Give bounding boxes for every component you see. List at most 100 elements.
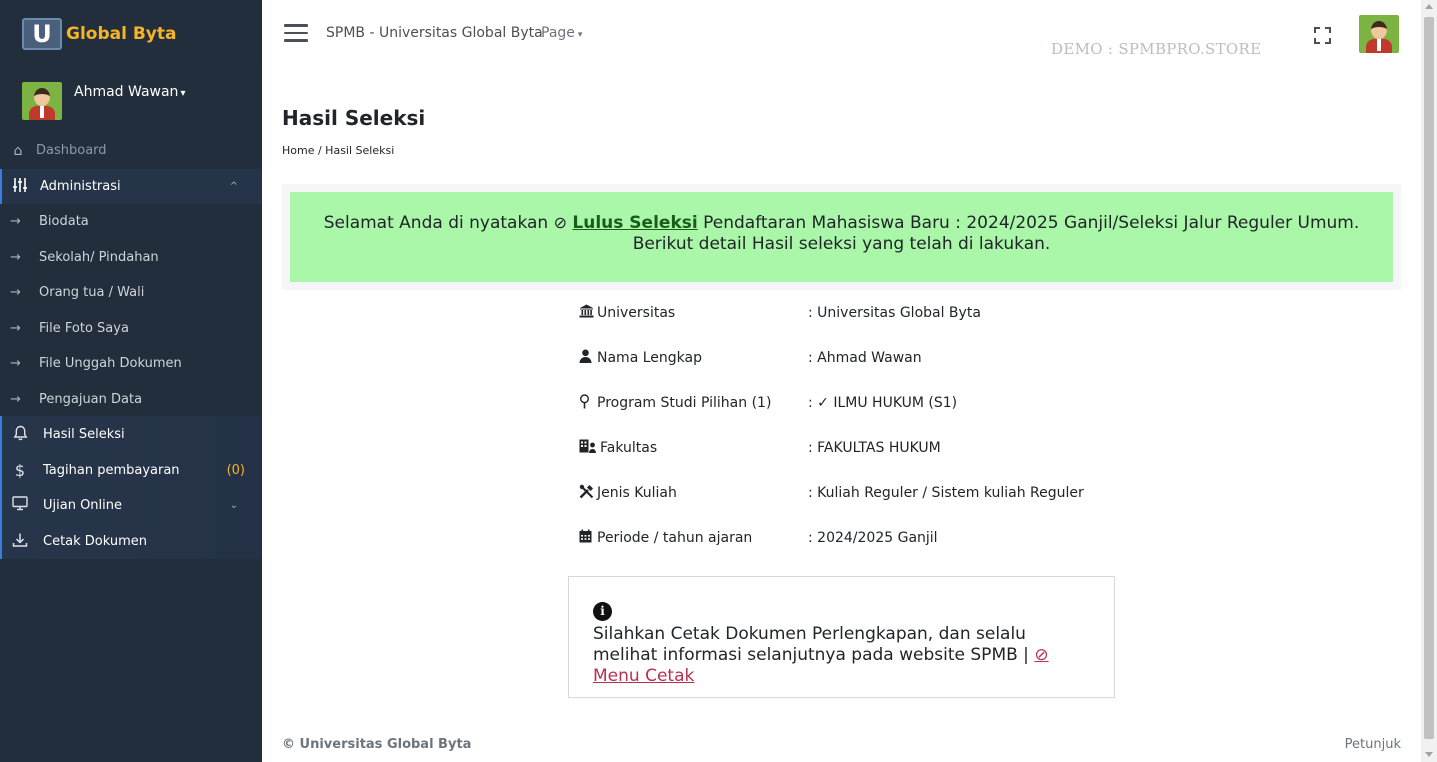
brand[interactable]: U Global Byta — [22, 18, 176, 50]
map-pin-icon — [579, 393, 595, 413]
brand-name: Global Byta — [66, 24, 177, 44]
detail-value: : Universitas Global Byta — [808, 305, 981, 321]
sidebar-item-pengajuan[interactable]: → Pengajuan Data — [0, 382, 262, 417]
check-circle-icon: ⊘ — [553, 213, 567, 232]
sidebar-item-file-unggah[interactable]: → File Unggah Dokumen — [0, 346, 262, 381]
scroll-up-icon[interactable] — [1425, 4, 1433, 9]
sidebar-item-label: Cetak Dokumen — [43, 534, 148, 549]
calendar-icon — [579, 529, 595, 547]
home-icon: ⌂ — [13, 142, 23, 159]
page-title: Hasil Seleksi — [282, 106, 426, 130]
user-icon — [579, 349, 595, 367]
topbar: SPMB - Universitas Global Byta Page ▾ DEM… — [262, 0, 1421, 66]
notice-message: Silahkan Cetak Dokumen Perlengkapan, dan… — [593, 624, 1029, 665]
detail-row-nama: Nama Lengkap — [579, 348, 702, 368]
arrow-right-icon: → — [10, 214, 21, 229]
sidebar-item-orang-tua[interactable]: → Orang tua / Wali — [0, 275, 262, 310]
arrow-right-icon: → — [10, 285, 21, 300]
sidebar-item-label: Dashboard — [36, 143, 107, 158]
sidebar-item-label: Pengajuan Data — [39, 392, 143, 407]
avatar — [1359, 15, 1399, 53]
brand-logo: U — [22, 18, 62, 50]
chevron-down-icon: ⌄ — [229, 500, 238, 511]
scrollbar[interactable] — [1421, 0, 1437, 762]
status-link[interactable]: Lulus Seleksi — [572, 213, 697, 233]
arrow-right-icon: → — [10, 356, 21, 371]
sidebar-item-label: Biodata — [39, 214, 89, 229]
sidebar-item-label: Tagihan pembayaran — [43, 463, 180, 478]
detail-label: Fakultas — [600, 440, 658, 456]
detail-label: Program Studi Pilihan (1) — [597, 395, 772, 411]
sidebar-item-label: Ujian Online — [43, 498, 123, 513]
sidebar-item-label: Sekolah/ Pindahan — [39, 250, 159, 265]
detail-label: Jenis Kuliah — [597, 485, 677, 501]
download-icon — [10, 532, 30, 552]
user-menu[interactable]: Ahmad Wawan ▾ — [22, 82, 185, 120]
sidebar-item-cetak-dokumen[interactable]: Cetak Dokumen — [0, 524, 262, 559]
sidebar-item-dashboard[interactable]: ⌂ Dashboard — [0, 133, 262, 168]
chevron-down-icon: ▾ — [577, 30, 583, 40]
chevron-up-icon: ^ — [229, 181, 238, 192]
page-dropdown-label: Page — [541, 25, 575, 41]
detail-label: Periode / tahun ajaran — [597, 530, 753, 546]
building-user-icon — [579, 439, 598, 457]
detail-label: Nama Lengkap — [597, 350, 702, 366]
detail-label: Universitas — [597, 305, 676, 321]
sidebar: U Global Byta Ahmad Wawan ▾ ⌂ Dashboard A… — [0, 0, 262, 762]
sidebar-item-label: Administrasi — [40, 179, 121, 194]
footer-copyright: © Universitas Global Byta — [282, 737, 472, 752]
detail-row-periode: Periode / tahun ajaran — [579, 528, 752, 548]
monitor-icon — [10, 496, 30, 515]
result-card: Selamat Anda di nyatakan ⊘ Lulus Seleksi… — [282, 184, 1401, 290]
sidebar-item-hasil-seleksi[interactable]: Hasil Seleksi — [0, 417, 262, 452]
menu-cetak-label: Menu Cetak — [593, 666, 695, 686]
alert-prefix: Selamat Anda di nyatakan — [323, 213, 549, 233]
sidebar-item-tagihan[interactable]: $ Tagihan pembayaran (0) — [0, 453, 262, 488]
detail-value: : Ahmad Wawan — [808, 350, 922, 366]
app-title: SPMB - Universitas Global Byta — [326, 25, 543, 41]
fullscreen-icon[interactable] — [1314, 27, 1331, 44]
scrollbar-thumb[interactable] — [1424, 17, 1434, 739]
main-content: Hasil Seleksi Home / Hasil Seleksi Selam… — [262, 66, 1421, 762]
detail-value: : 2024/2025 Ganjil — [808, 530, 938, 546]
sidebar-item-biodata[interactable]: → Biodata — [0, 204, 262, 239]
check-circle-icon: ⊘ — [1034, 645, 1049, 665]
sidebar-item-file-foto[interactable]: → File Foto Saya — [0, 311, 262, 346]
arrow-right-icon: → — [10, 250, 21, 265]
info-icon: i — [593, 602, 612, 621]
alert-line2: Berikut detail Hasil seleksi yang telah … — [632, 234, 1051, 254]
detail-row-fakultas: Fakultas — [579, 438, 657, 458]
tagihan-count-badge: (0) — [226, 463, 245, 478]
menu-toggle-icon[interactable] — [284, 24, 308, 42]
sidebar-item-label: File Unggah Dokumen — [39, 356, 182, 371]
detail-row-universitas: Universitas — [579, 303, 675, 323]
sidebar-item-sekolah[interactable]: → Sekolah/ Pindahan — [0, 240, 262, 275]
sidebar-item-ujian-online[interactable]: Ujian Online ⌄ — [0, 488, 262, 523]
detail-value: : Kuliah Reguler / Sistem kuliah Reguler — [808, 485, 1084, 501]
notice-text: Silahkan Cetak Dokumen Perlengkapan, dan… — [593, 624, 1093, 687]
sidebar-item-administrasi[interactable]: Administrasi ^ — [0, 169, 262, 204]
alert-suffix: Pendaftaran Mahasiswa Baru : 2024/2025 G… — [703, 213, 1360, 233]
scroll-down-icon[interactable] — [1425, 752, 1433, 757]
user-name: Ahmad Wawan — [74, 84, 179, 100]
sidebar-item-label: Orang tua / Wali — [39, 285, 145, 300]
sidebar-item-label: File Foto Saya — [39, 321, 129, 336]
user-avatar-button[interactable] — [1359, 15, 1399, 53]
dollar-icon: $ — [14, 461, 26, 480]
detail-row-jenis-kuliah: Jenis Kuliah — [579, 483, 677, 503]
success-alert: Selamat Anda di nyatakan ⊘ Lulus Seleksi… — [290, 192, 1393, 282]
detail-value: : ✓ ILMU HUKUM (S1) — [808, 395, 958, 411]
arrow-right-icon: → — [10, 321, 21, 336]
chevron-down-icon: ▾ — [180, 88, 186, 99]
footer-help-link[interactable]: Petunjuk — [1345, 737, 1401, 752]
sliders-icon — [10, 177, 30, 197]
page-dropdown[interactable]: Page ▾ — [541, 25, 582, 41]
tools-icon — [579, 484, 595, 503]
university-icon — [579, 304, 595, 322]
breadcrumb: Home / Hasil Seleksi — [282, 144, 395, 157]
sidebar-item-label: Hasil Seleksi — [43, 427, 125, 442]
arrow-right-icon: → — [10, 392, 21, 407]
demo-watermark: DEMO : SPMBPRO.STORE — [1051, 40, 1262, 58]
detail-row-prodi: Program Studi Pilihan (1) — [579, 393, 771, 413]
notice-box: i Silahkan Cetak Dokumen Perlengkapan, d… — [568, 576, 1115, 698]
